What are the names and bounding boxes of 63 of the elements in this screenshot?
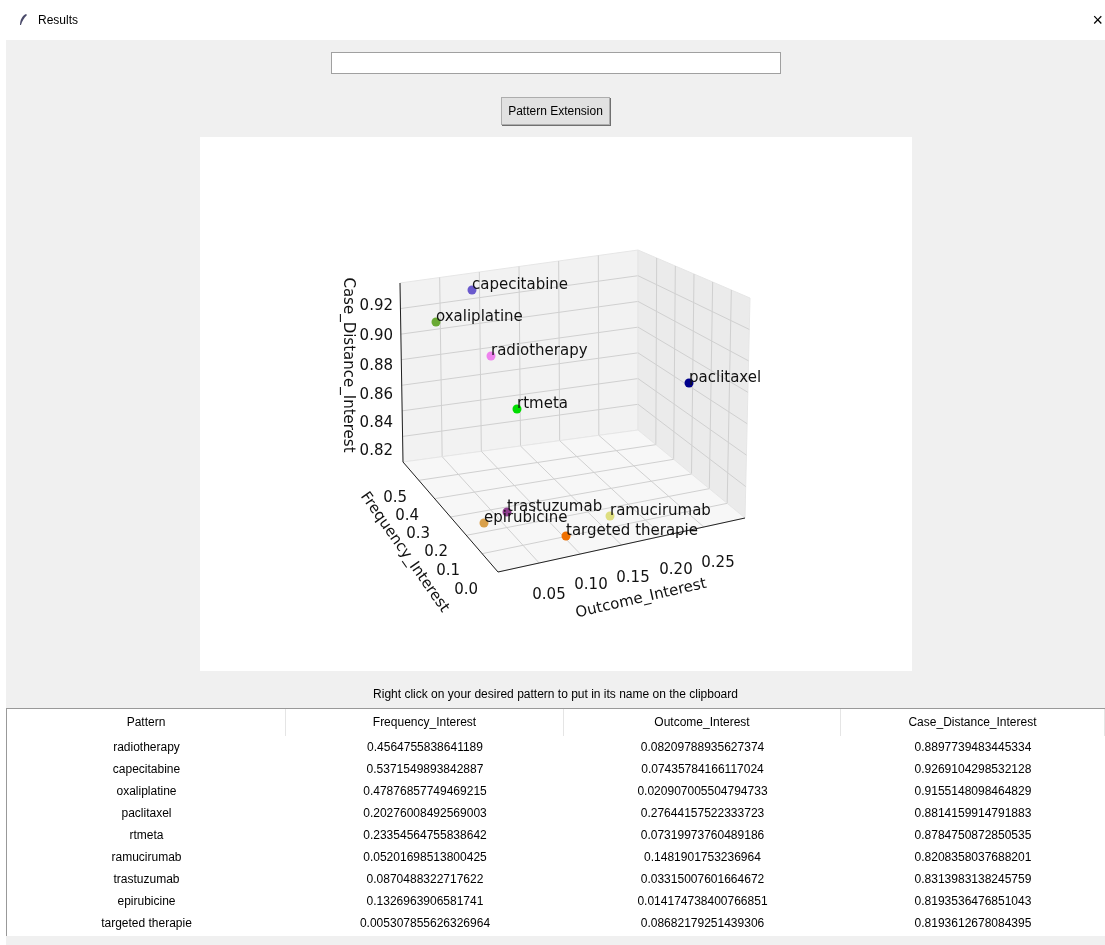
axis-tick-label: 0.92 <box>359 295 393 314</box>
table-cell-text: 0.20276008492569003 <box>362 805 488 822</box>
table-cell-text: 0.1481901753236964 <box>643 849 762 866</box>
column-header[interactable]: Case_Distance_Interest <box>841 709 1105 736</box>
table-cell-text: paclitaxel <box>120 805 173 822</box>
table-cell-text: 0.8208358037688201 <box>913 849 1033 866</box>
table-cell-text: 0.9269104298532128 <box>913 761 1033 778</box>
point-label: rtmeta <box>516 393 568 412</box>
column-header[interactable]: Pattern <box>7 709 286 736</box>
close-button[interactable]: × <box>1092 11 1103 29</box>
table-cell-text: 0.27644157522333723 <box>639 805 766 822</box>
axis-tick-label: 0.82 <box>359 440 393 459</box>
table-cell-text: ramucirumab <box>110 849 183 866</box>
column-header[interactable]: Frequency_Interest <box>286 709 564 736</box>
table-cell-text: 0.47876857749469215 <box>362 783 488 800</box>
feather-icon <box>18 13 28 27</box>
table-cell-text: 0.014174738400766851 <box>636 893 769 910</box>
axis-tick-label: 0.88 <box>359 355 393 374</box>
table-cell-text: 0.4564755838641189 <box>366 739 484 756</box>
axis-tick-label: 0.25 <box>700 552 735 571</box>
table-cell-text: 0.020907005504794733 <box>636 783 769 800</box>
axis-tick-label: 0.84 <box>359 412 393 431</box>
table-cell-text: trastuzumab <box>112 871 181 888</box>
table-cell-text: 0.1326963906581741 <box>365 893 485 910</box>
table-cell-text: 0.9155148098464829 <box>913 783 1033 800</box>
table-cell-text: 0.08209788935627374 <box>639 739 766 756</box>
point-label: ramucirumab <box>609 500 711 519</box>
point-label: paclitaxel <box>688 367 761 386</box>
pattern-extension-button[interactable]: Pattern Extension <box>501 97 610 125</box>
table-cell-text: 0.005307855626326964 <box>358 915 492 932</box>
table-cell-text: 0.8784750872850535 <box>913 827 1033 844</box>
table-cell-text: rtmeta <box>128 827 165 844</box>
table-cell-text: targeted therapie <box>100 915 193 932</box>
hint-text: Right click on your desired pattern to put in its name on the clipboard <box>373 686 738 703</box>
column-header[interactable]: Outcome_Interest <box>564 709 841 736</box>
table-cell-text: 0.5371549893842887 <box>365 761 485 778</box>
table-cell-text: 0.03315007601664672 <box>639 871 766 888</box>
input-field[interactable] <box>330 52 781 74</box>
table-cell-text: 0.0870488322717622 <box>365 871 485 888</box>
axis-tick-label: 0.20 <box>658 559 693 578</box>
table-cell-text: capecitabine <box>111 761 182 778</box>
table-cell-text: 0.07319973760489186 <box>639 827 766 844</box>
axis-title: Case_Distance_Interest <box>339 277 357 453</box>
table-cell-text: 0.8193536476851043 <box>913 893 1033 910</box>
table-cell-text: 0.8193612678084395 <box>913 915 1033 932</box>
table-cell-text: epirubicine <box>116 893 177 910</box>
table-cell-text: radiotherapy <box>112 739 181 756</box>
point-label: oxaliplatine <box>435 306 523 325</box>
table-cell-text: 0.23354564755838642 <box>362 827 488 844</box>
axis-tick-label: 0.0 <box>453 579 478 598</box>
table-cell-text: oxaliplatine <box>115 783 178 800</box>
table-cell-text: 0.05201698513800425 <box>362 849 488 866</box>
axis-tick-label: 0.86 <box>359 384 393 403</box>
table-cell-text: 0.08682179251439306 <box>639 915 766 932</box>
axis-tick-label: 0.90 <box>359 325 393 344</box>
point-label: capecitabine <box>471 274 568 293</box>
table-cell-text: 0.8313983138245759 <box>913 871 1033 888</box>
point-label: radiotherapy <box>490 340 588 359</box>
table-cell-text: 0.8814159914791883 <box>913 805 1033 822</box>
axis-tick-label: 0.05 <box>531 584 566 603</box>
window-title: Results <box>38 12 78 29</box>
table-cell-text: 0.8897739483445334 <box>913 739 1033 756</box>
table-cell-text: 0.07435784166117024 <box>640 761 765 778</box>
